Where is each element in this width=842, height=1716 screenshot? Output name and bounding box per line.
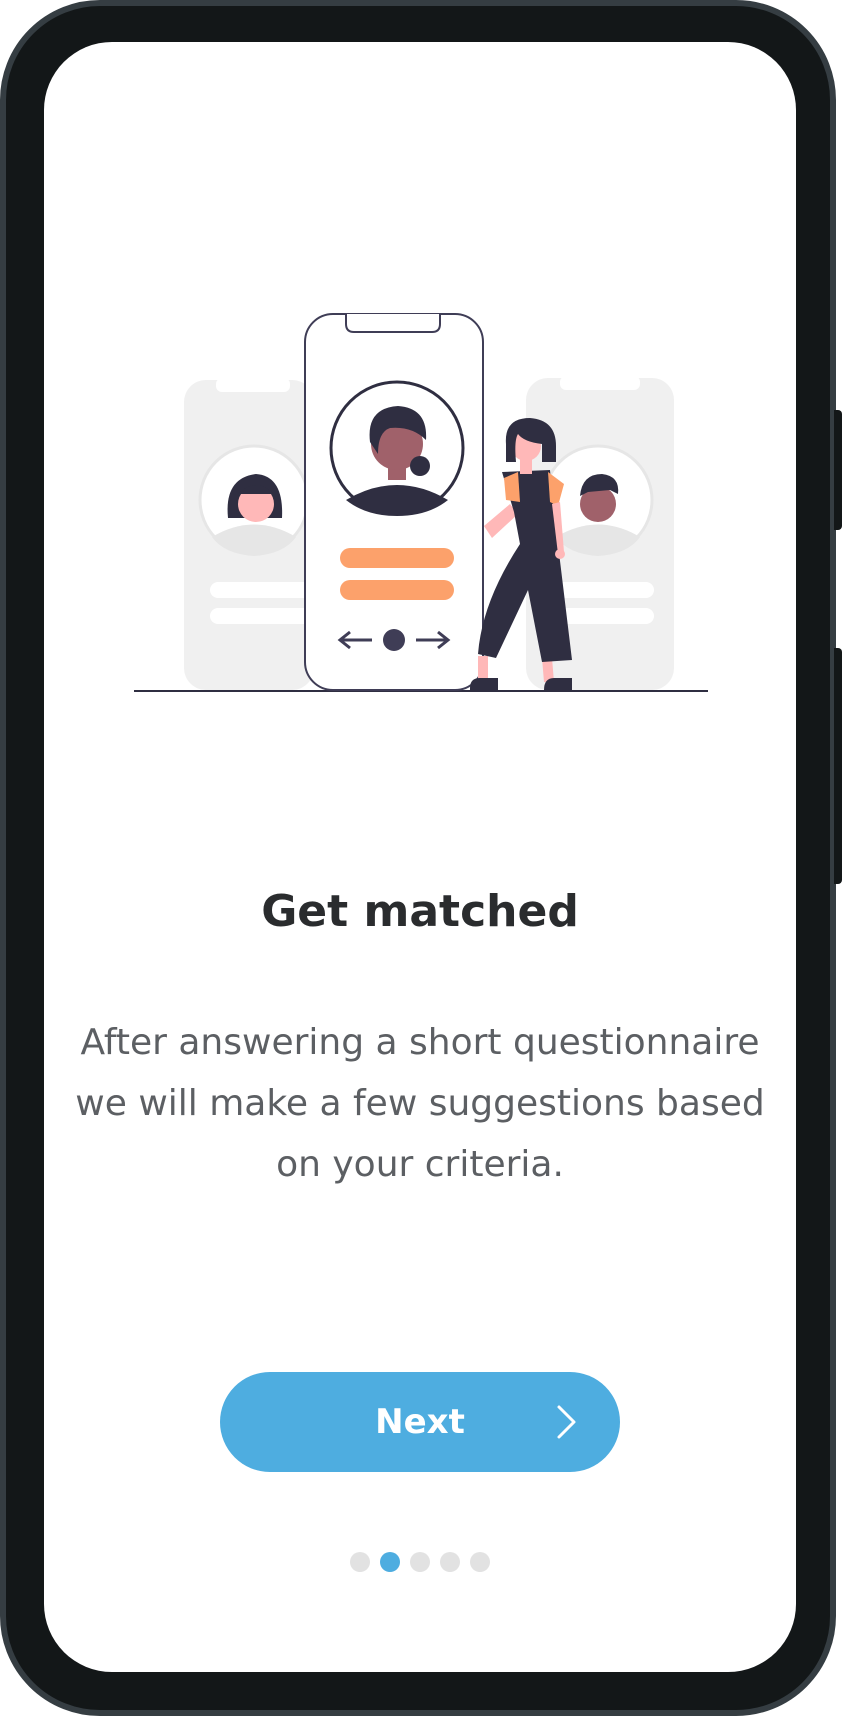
featured-profile-phone bbox=[304, 313, 484, 691]
page-description: After answering a short questionnaire we… bbox=[75, 1022, 765, 1185]
chevron-right-icon bbox=[557, 1405, 576, 1439]
pagination-dots bbox=[44, 1552, 796, 1574]
phone-profile-matching-illustration bbox=[134, 313, 708, 692]
pagination-dot-active[interactable] bbox=[380, 1552, 400, 1572]
next-button[interactable]: Next bbox=[220, 1372, 620, 1472]
phone-side-button-lower bbox=[834, 648, 842, 884]
pagination-dot[interactable] bbox=[470, 1552, 490, 1572]
onboarding-screen: Get matched After answering a short ques… bbox=[44, 42, 796, 1672]
pagination-dot[interactable] bbox=[440, 1552, 460, 1572]
pagination-dot[interactable] bbox=[410, 1552, 430, 1572]
ghost-profile-card-left bbox=[184, 378, 320, 690]
phone-side-button-upper bbox=[834, 410, 842, 530]
page-title: Get matched bbox=[261, 886, 579, 937]
pagination-dot[interactable] bbox=[350, 1552, 370, 1572]
